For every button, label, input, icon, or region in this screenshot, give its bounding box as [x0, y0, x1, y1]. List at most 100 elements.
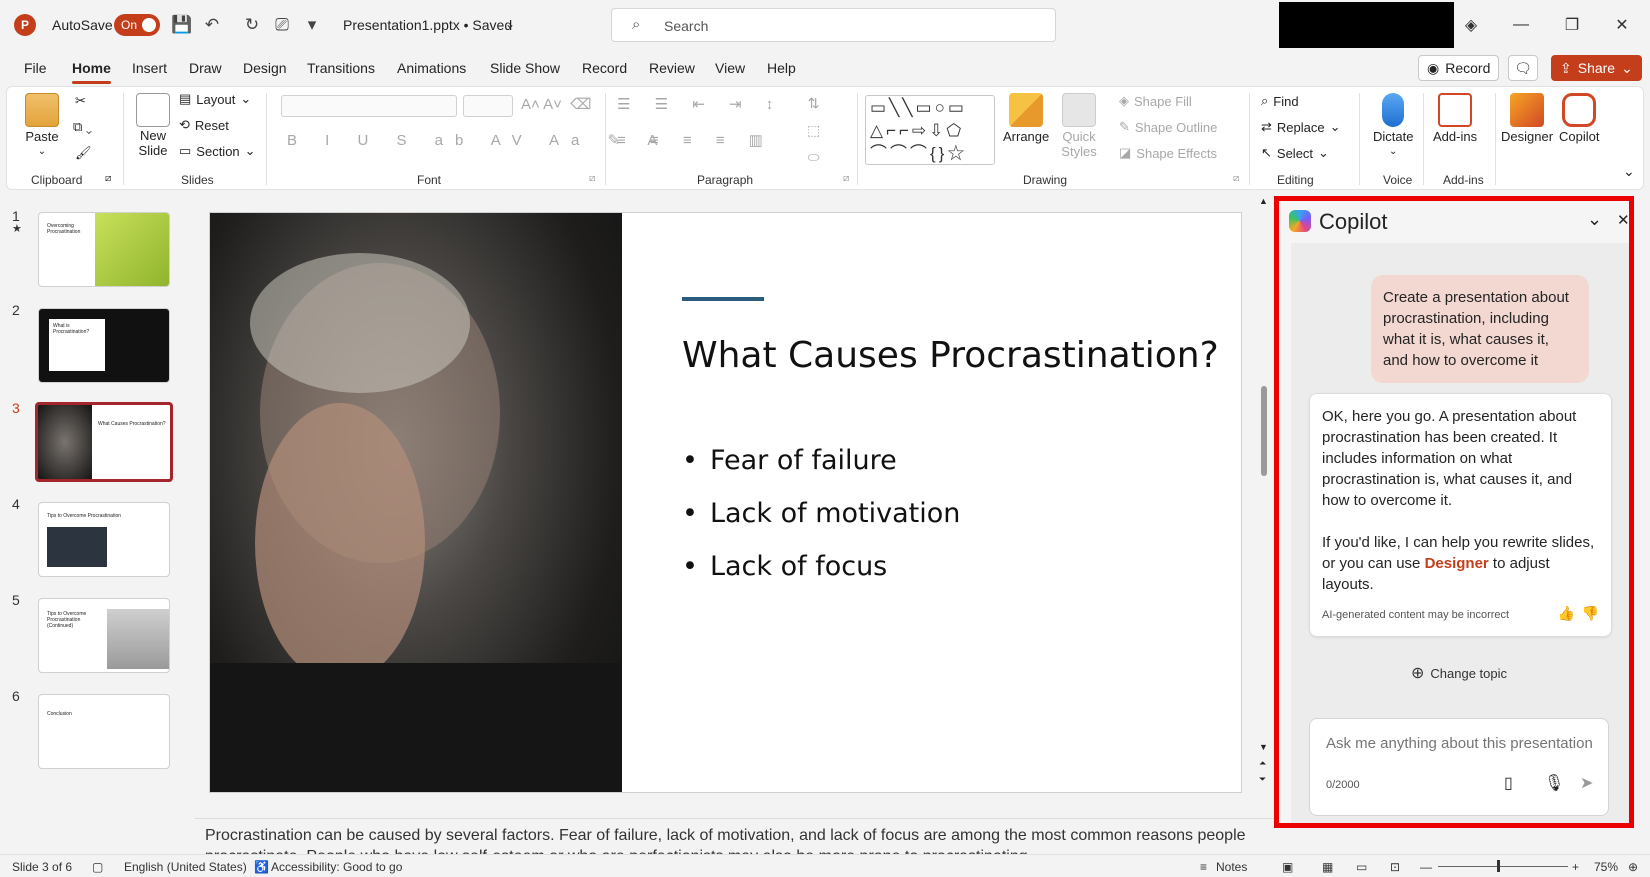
dialog-launcher-icon[interactable]: ⧄ — [1233, 173, 1239, 184]
select-button[interactable]: ↖ Select ⌄ — [1261, 145, 1329, 161]
undo-icon[interactable]: ↶ — [200, 13, 224, 37]
present-icon[interactable]: ⎚ — [270, 13, 294, 37]
tab-record[interactable]: Record — [582, 60, 627, 76]
slideshow-icon[interactable]: ⊡ — [1390, 860, 1400, 874]
diamond-icon[interactable]: ◈ — [1456, 12, 1486, 38]
slide-bullets[interactable]: Fear of failure Lack of motivation Lack … — [682, 445, 960, 604]
dialog-launcher-icon[interactable]: ⧄ — [843, 173, 849, 184]
reading-view-icon[interactable]: ▭ — [1356, 860, 1367, 874]
language-label[interactable]: English (United States) — [124, 860, 247, 874]
tab-transitions[interactable]: Transitions — [307, 60, 375, 76]
designer-link[interactable]: Designer — [1425, 555, 1489, 572]
quick-styles-button[interactable]: Quick Styles — [1057, 93, 1101, 159]
scroll-up-icon[interactable]: ▲ — [1259, 196, 1268, 206]
section-button[interactable]: ▭ Section ⌄ — [179, 143, 256, 159]
shape-outline-button[interactable]: ✎ Shape Outline — [1119, 119, 1217, 135]
accessibility-icon[interactable]: ♿ — [254, 860, 269, 874]
slide-canvas[interactable]: What Causes Procrastination? Fear of fai… — [209, 212, 1242, 793]
format-painter-icon[interactable]: 🖌 — [75, 145, 92, 161]
tab-insert[interactable]: Insert — [132, 60, 167, 76]
close-icon[interactable]: ✕ — [1617, 211, 1630, 229]
notes-pane[interactable]: Procrastination can be caused by several… — [195, 818, 1275, 854]
microphone-icon[interactable]: 🎙 — [1544, 773, 1564, 793]
scroll-down-icon[interactable]: ▼ — [1259, 742, 1268, 752]
tab-animations[interactable]: Animations — [397, 60, 466, 76]
slide-thumbnail-6[interactable]: Conclusion — [38, 694, 170, 769]
slide-thumbnail-3[interactable]: What Causes Procrastination? — [35, 402, 173, 482]
prompt-guide-icon[interactable]: ▯ — [1504, 773, 1513, 793]
tab-draw[interactable]: Draw — [189, 60, 222, 76]
collapse-ribbon-icon[interactable]: ⌄ — [1623, 163, 1635, 180]
copilot-input-box[interactable]: 0/2000 ▯ 🎙 ➤ — [1309, 718, 1609, 816]
restore-button[interactable]: ❐ — [1557, 12, 1587, 38]
shape-fill-button[interactable]: ◈ Shape Fill — [1119, 93, 1192, 109]
zoom-out-icon[interactable]: — — [1420, 860, 1432, 874]
text-direction-icons[interactable]: ⇅ ⬚ ⬭ — [807, 95, 820, 166]
thumbs-up-icon[interactable]: 👍 — [1558, 603, 1575, 624]
zoom-slider[interactable] — [1438, 866, 1568, 867]
prev-slide-icon[interactable]: ⏶ — [1259, 758, 1266, 769]
arrange-button[interactable]: Arrange — [1003, 93, 1049, 144]
minimize-button[interactable]: — — [1506, 12, 1536, 38]
scroll-thumb[interactable] — [1261, 386, 1267, 476]
copilot-ribbon-button[interactable]: Copilot — [1559, 93, 1599, 144]
zoom-in-icon[interactable]: + — [1572, 860, 1579, 874]
thumbs-down-icon[interactable]: 👎 — [1582, 603, 1599, 624]
new-slide-button[interactable]: New Slide — [133, 93, 173, 158]
layout-button[interactable]: ▤ Layout ⌄ — [179, 91, 251, 107]
change-topic-button[interactable]: ⊕ Change topic — [1411, 663, 1507, 683]
cut-icon[interactable]: ✂ — [75, 93, 86, 109]
slide-thumbnail-1[interactable]: Overcoming Procrastination — [38, 212, 170, 287]
autosave-toggle[interactable]: On — [114, 14, 160, 36]
customize-toolbar-icon[interactable]: ▾ — [300, 13, 324, 37]
paste-button[interactable]: Paste ⌄ — [25, 93, 59, 157]
designer-button[interactable]: Designer — [1501, 93, 1553, 144]
dialog-launcher-icon[interactable]: ⧄ — [105, 173, 111, 184]
tab-review[interactable]: Review — [649, 60, 695, 76]
dictate-button[interactable]: Dictate ⌄ — [1373, 93, 1413, 157]
find-button[interactable]: ⌕ Find — [1261, 93, 1299, 109]
redo-icon[interactable]: ↻ — [240, 13, 264, 37]
tab-view[interactable]: View — [715, 60, 745, 76]
slide-photo[interactable] — [210, 213, 622, 792]
notes-icon[interactable]: ≡ — [1200, 860, 1207, 874]
zoom-slider-handle[interactable] — [1497, 860, 1500, 872]
font-style-icons[interactable]: B I U S ab AV Aa ✎ A — [287, 131, 669, 149]
share-button[interactable]: ⇪ Share ⌄ — [1551, 55, 1642, 81]
tab-home[interactable]: Home — [72, 60, 111, 84]
slide-thumbnail-5[interactable]: Tips to Overcome Procrastination (Contin… — [38, 598, 170, 673]
addins-button[interactable]: Add-ins — [1433, 93, 1477, 144]
close-window-button[interactable]: ✕ — [1607, 12, 1637, 38]
copy-icon[interactable]: ⧉ ⌄ — [73, 119, 92, 135]
shapes-gallery[interactable]: ▭╲╲▭○▭ △⌐⌐⇨⇩⬠ ⌒⌒⌒{}☆ — [865, 95, 995, 165]
reset-button[interactable]: ⟲ Reset — [179, 117, 229, 133]
search-box[interactable]: ⌕ Search — [611, 8, 1056, 42]
tab-slide-show[interactable]: Slide Show — [490, 60, 560, 76]
slide-title[interactable]: What Causes Procrastination? — [682, 335, 1219, 376]
tab-file[interactable]: File — [24, 60, 47, 76]
list-icons[interactable]: ☰ ☰ ⇤ ⇥ ↕ — [617, 95, 783, 113]
shape-effects-button[interactable]: ◪ Shape Effects — [1119, 145, 1217, 161]
replace-button[interactable]: ⇄ Replace ⌄ — [1261, 119, 1341, 135]
spelling-icon[interactable]: ▢ — [92, 860, 103, 874]
comments-button[interactable]: 🗨 — [1508, 55, 1538, 81]
slide-thumbnail-2[interactable]: What is Procrastination? — [38, 308, 170, 383]
normal-view-icon[interactable]: ▣ — [1282, 860, 1293, 874]
file-name[interactable]: Presentation1.pptx • Saved — [343, 17, 512, 33]
slide-sorter-icon[interactable]: ▦ — [1322, 860, 1333, 874]
next-slide-icon[interactable]: ⏷ — [1259, 774, 1266, 785]
chevron-down-icon[interactable]: ⌄ — [1587, 209, 1602, 230]
fit-slide-icon[interactable]: ⊕ — [1628, 860, 1638, 874]
accessibility-label[interactable]: Accessibility: Good to go — [271, 860, 402, 874]
align-icons[interactable]: ≡ ≡ ≡ ≡ ▥ — [617, 131, 773, 149]
slide-scrollbar[interactable]: ▲ ▼ ⏶ ⏷ — [1259, 196, 1271, 796]
dialog-launcher-icon[interactable]: ⧄ — [589, 173, 595, 184]
slide-thumbnail-4[interactable]: Tips to Overcome Procrastination — [38, 502, 170, 577]
font-size-dropdown[interactable] — [463, 95, 513, 117]
zoom-level[interactable]: 75% — [1594, 860, 1618, 874]
record-button[interactable]: ◉ Record — [1418, 55, 1500, 81]
tab-help[interactable]: Help — [767, 60, 796, 76]
chevron-down-icon[interactable]: ⌄ — [505, 17, 515, 31]
font-name-dropdown[interactable] — [281, 95, 457, 117]
font-size-icons[interactable]: A˄ A˅ ⌫ — [521, 95, 591, 113]
